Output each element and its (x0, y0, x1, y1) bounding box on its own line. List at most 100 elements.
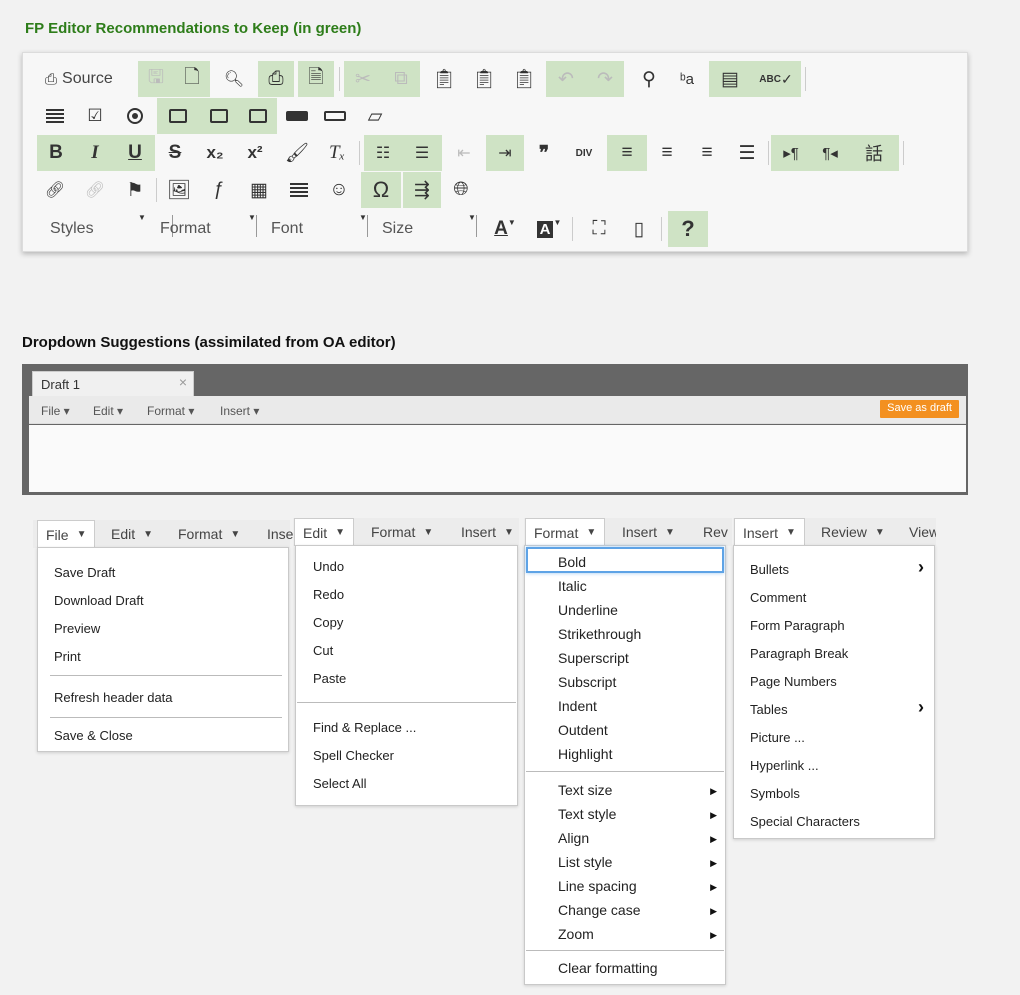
templates-button[interactable]: 🗎 (298, 61, 334, 97)
image-button-field[interactable] (317, 98, 353, 134)
select-all-button[interactable]: ▤ (709, 61, 751, 97)
format-menu-text-style[interactable]: Text style (558, 806, 616, 822)
format-menu-text-size[interactable]: Text size (558, 782, 612, 798)
special-char-button[interactable]: Ω (361, 172, 401, 208)
align-center-button[interactable]: ≡ (649, 135, 685, 171)
form-button[interactable] (37, 98, 73, 134)
format-menu-outdent[interactable]: Outdent (558, 722, 608, 738)
insert-menubar-review[interactable]: Review ▼ (813, 518, 893, 546)
language-button[interactable]: 話 (849, 135, 899, 171)
hidden-field-button[interactable]: ▱ (357, 98, 393, 134)
edit-menu-find-replace[interactable]: Find & Replace ... (313, 720, 416, 735)
print-button[interactable]: ⎙ (258, 61, 294, 97)
bold-button[interactable]: B (37, 135, 75, 171)
table-button[interactable]: ▦ (241, 172, 277, 208)
file-menubar-file[interactable]: File ▼ (37, 520, 96, 548)
edit-menu-copy[interactable]: Copy (313, 615, 343, 630)
insert-menu-page-numbers[interactable]: Page Numbers (750, 674, 837, 689)
file-menu-download-draft[interactable]: Download Draft (54, 593, 144, 608)
size-combo[interactable]: Size ▼ (382, 211, 482, 247)
edit-menubar-edit[interactable]: Edit ▼ (294, 518, 355, 546)
insert-menu-picture[interactable]: Picture ... (750, 730, 805, 745)
bg-color-button[interactable]: A ▼ (529, 211, 569, 247)
format-menu-superscript[interactable]: Superscript (558, 650, 629, 666)
button-field-button[interactable] (279, 98, 315, 134)
file-menu-save-draft[interactable]: Save Draft (54, 565, 115, 580)
cut-button[interactable]: ✂ (344, 61, 382, 97)
link-button[interactable]: 🔗︎ (37, 172, 73, 208)
draft-tab[interactable]: Draft 1 × (32, 371, 194, 397)
insert-menu-special-characters[interactable]: Special Characters (750, 814, 860, 829)
edit-menu-redo[interactable]: Redo (313, 587, 344, 602)
editor-menu-format[interactable]: Format ▾ (147, 404, 194, 418)
undo-button[interactable]: ↶ (546, 61, 586, 97)
flash-button[interactable]: ƒ (201, 172, 237, 208)
format-menu-strikethrough[interactable]: Strikethrough (558, 626, 641, 642)
insert-menu-bullets[interactable]: Bullets (750, 562, 789, 577)
format-menu-italic[interactable]: Italic (558, 578, 587, 594)
strike-button[interactable]: S (157, 135, 193, 171)
blockquote-button[interactable]: ❞ (526, 135, 562, 171)
spellcheck-button[interactable]: ABC ✓ (751, 61, 801, 97)
align-right-button[interactable]: ≡ (689, 135, 725, 171)
format-menu-subscript[interactable]: Subscript (558, 674, 616, 690)
insert-menu-comment[interactable]: Comment (750, 590, 806, 605)
smiley-button[interactable]: ☺ (321, 172, 357, 208)
format-combo[interactable]: Format ▼ (160, 211, 260, 247)
textfield-button[interactable] (157, 98, 199, 134)
save-as-draft-button[interactable]: Save as draft (880, 400, 959, 418)
div-button[interactable]: DIV (566, 135, 602, 171)
file-menubar-format[interactable]: Format ▼ (170, 520, 248, 548)
radio-button[interactable] (117, 98, 153, 134)
replace-button[interactable]: ᵇa (669, 61, 705, 97)
format-menubar-review[interactable]: Rev (695, 518, 736, 546)
preview-button[interactable]: 🔍︎ (216, 61, 252, 97)
about-button[interactable]: ? (668, 211, 708, 247)
edit-menu-undo[interactable]: Undo (313, 559, 344, 574)
paste-button[interactable]: 📋︎ (426, 61, 462, 97)
format-menu-indent[interactable]: Indent (558, 698, 597, 714)
format-menu-change-case[interactable]: Change case (558, 902, 641, 918)
edit-menu-paste[interactable]: Paste (313, 671, 346, 686)
iframe-button[interactable]: 🌐︎ (443, 172, 479, 208)
copy-button[interactable]: ⧉ (382, 61, 420, 97)
edit-menu-cut[interactable]: Cut (313, 643, 333, 658)
format-menubar-insert[interactable]: Insert ▼ (614, 518, 683, 546)
ltr-button[interactable]: ▸¶ (771, 135, 811, 171)
numbered-list-button[interactable]: ☷ (364, 135, 402, 171)
insert-menu-tables[interactable]: Tables (750, 702, 788, 717)
insert-menu-form-paragraph[interactable]: Form Paragraph (750, 618, 845, 633)
new-page-button[interactable]: 🗋 (174, 61, 210, 97)
anchor-button[interactable]: ⚑ (117, 172, 153, 208)
source-button[interactable]: ⎙ Source (37, 61, 133, 97)
edit-menubar-insert[interactable]: Insert ▼ (453, 518, 522, 546)
insert-menu-hyperlink[interactable]: Hyperlink ... (750, 758, 819, 773)
format-menu-align[interactable]: Align (558, 830, 589, 846)
edit-menubar-format[interactable]: Format ▼ (363, 518, 441, 546)
save-button[interactable]: 🖫 (138, 61, 174, 97)
italic-button[interactable]: I (75, 135, 115, 171)
insert-menu-paragraph-break[interactable]: Paragraph Break (750, 646, 848, 661)
edit-menu-spell-checker[interactable]: Spell Checker (313, 748, 394, 763)
select-field-button[interactable] (239, 98, 277, 134)
format-menu-zoom[interactable]: Zoom (558, 926, 594, 942)
outdent-button[interactable]: ⇤ (446, 135, 482, 171)
image-button[interactable]: 🖼︎ (161, 172, 197, 208)
font-combo[interactable]: Font ▼ (271, 211, 371, 247)
horizontal-rule-button[interactable] (281, 172, 317, 208)
text-color-button[interactable]: A ▼ (485, 211, 525, 247)
editor-menu-edit[interactable]: Edit ▾ (93, 404, 123, 418)
indent-button[interactable]: ⇥ (486, 135, 524, 171)
format-menu-clear-formatting[interactable]: Clear formatting (558, 960, 658, 976)
file-menu-save-close[interactable]: Save & Close (54, 728, 133, 743)
subscript-button[interactable]: x₂ (197, 135, 233, 171)
file-menu-refresh-header[interactable]: Refresh header data (54, 690, 173, 705)
insert-menubar-insert[interactable]: Insert ▼ (734, 518, 805, 546)
editor-menu-insert[interactable]: Insert ▾ (220, 404, 259, 418)
file-menu-print[interactable]: Print (54, 649, 81, 664)
editor-body[interactable] (29, 425, 966, 492)
checkbox-button[interactable]: ☑ (77, 98, 113, 134)
rtl-button[interactable]: ¶◂ (811, 135, 849, 171)
insert-menu-symbols[interactable]: Symbols (750, 786, 800, 801)
find-button[interactable]: ⚲ (631, 61, 667, 97)
